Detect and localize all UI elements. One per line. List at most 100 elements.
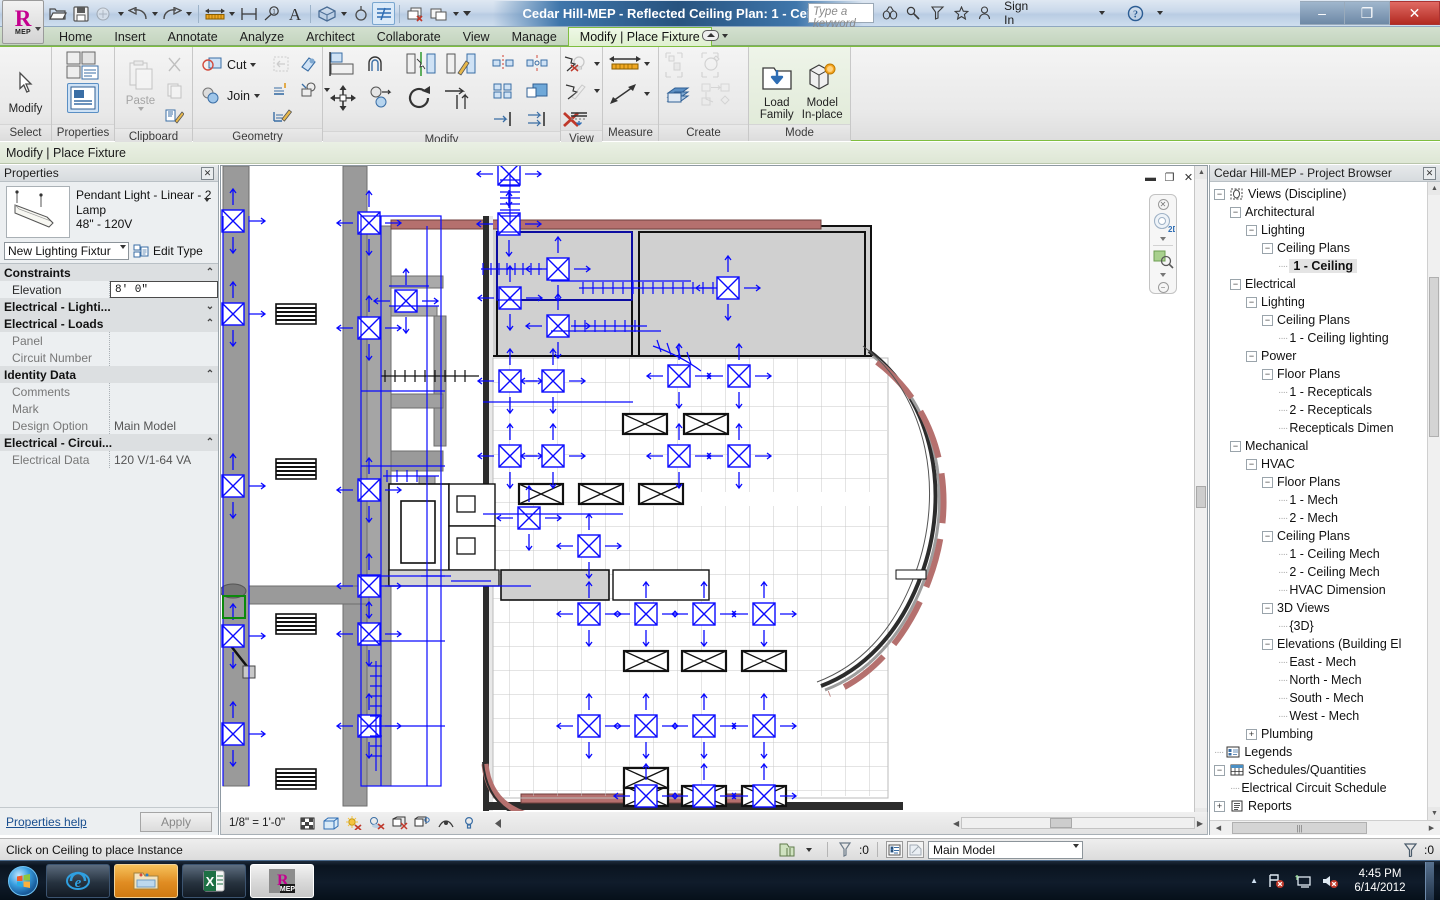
property-value[interactable] [110, 332, 218, 349]
favorites-star-icon[interactable] [953, 4, 970, 22]
align-right-button[interactable] [525, 107, 549, 131]
window-controls[interactable]: – ❐ ✕ [1300, 0, 1440, 26]
navbar-collapse-icon[interactable]: − [1157, 282, 1169, 294]
ribbon-tabs[interactable]: Home Insert Annotate Analyze Architect Collab… [48, 27, 712, 46]
system-tray[interactable]: ▲ 4:45 PM 6/14/2012 [1250, 861, 1440, 900]
browser-hscroll-thumb[interactable]: ||| [1232, 822, 1367, 834]
search-input[interactable]: Type a keyword or phrase [808, 3, 874, 42]
type-selector-dropdown-icon[interactable] [204, 198, 210, 217]
project-browser-close-icon[interactable]: ✕ [1423, 166, 1436, 180]
property-row[interactable]: Comments [0, 383, 218, 400]
properties-close-icon[interactable]: ✕ [201, 166, 214, 180]
taskbar-revit-mep[interactable]: R MEP [250, 863, 314, 898]
properties-help-link[interactable]: Properties help [6, 815, 87, 829]
browser-node[interactable]: ···· Electrical Circuit Schedule [1210, 779, 1440, 797]
offset-button[interactable] [367, 51, 397, 77]
scale-button[interactable] [525, 79, 549, 103]
browser-hscroll-left-icon[interactable]: ◀ [1212, 822, 1225, 834]
sun-path-off-icon[interactable] [345, 815, 362, 832]
communication-center-icon[interactable] [929, 4, 946, 22]
view-restore-icon[interactable]: ❐ [1163, 171, 1176, 184]
measure-dropdown-icon[interactable] [226, 2, 237, 25]
browser-node[interactable]: − Views (Discipline) [1210, 185, 1440, 203]
canvas-hscroll-left-icon[interactable]: ◀ [953, 819, 959, 828]
paste-dropdown-icon[interactable] [137, 107, 144, 111]
edit-family-button[interactable] [701, 52, 733, 78]
quick-access-toolbar[interactable]: 1 A [46, 1, 472, 26]
property-row[interactable]: Electrical Data 120 V/1-64 VA [0, 451, 218, 468]
edit-type-button[interactable]: Edit Type [133, 244, 203, 258]
browser-node[interactable]: − Floor Plans [1210, 473, 1440, 491]
browser-node[interactable]: ···· 1 - Mech [1210, 491, 1440, 509]
browser-node[interactable]: − Architectural [1210, 203, 1440, 221]
restore-button[interactable]: ❐ [1345, 1, 1390, 25]
load-family-button[interactable]: Load Family [755, 53, 799, 121]
view-close-icon[interactable]: ✕ [1182, 171, 1195, 184]
browser-node[interactable]: − Elevations (Building El [1210, 635, 1440, 653]
measure-along-button[interactable] [609, 84, 641, 104]
apply-button[interactable]: Apply [140, 811, 212, 832]
volume-muted-icon[interactable] [1321, 872, 1339, 890]
project-browser-tree[interactable]: − Views (Discipline) − Architectural − Lighti… [1210, 182, 1440, 820]
browser-scroll-down-icon[interactable]: ▼ [1428, 807, 1440, 820]
taskbar-windows-explorer[interactable] [114, 863, 178, 898]
create-similar-button[interactable] [665, 52, 695, 78]
collapse-icon[interactable]: − [1246, 350, 1257, 362]
browser-node[interactable]: − Floor Plans [1210, 365, 1440, 383]
measure-between-button[interactable] [609, 54, 641, 74]
browser-node[interactable]: − Schedules/Quantities [1210, 761, 1440, 779]
browser-node[interactable]: ···· South - Mech [1210, 689, 1440, 707]
browser-node[interactable]: ···· West - Mech [1210, 707, 1440, 725]
join-geometry-dropdown-icon[interactable] [253, 94, 260, 98]
join-geometry-button[interactable]: Join [199, 83, 262, 109]
view-scale-label[interactable]: 1/8" = 1'-0" [229, 817, 285, 829]
thin-lines-icon[interactable] [372, 2, 395, 25]
expand-icon[interactable]: + [1246, 728, 1257, 740]
collapse-icon[interactable]: − [1230, 206, 1241, 218]
undo-icon[interactable] [126, 2, 149, 25]
aligned-dimension-icon[interactable] [237, 2, 260, 25]
property-value[interactable]: 120 V/1-64 VA [110, 451, 218, 468]
model-in-place-button[interactable]: Model In-place [801, 53, 845, 121]
switch-windows-dropdown-icon[interactable] [450, 2, 461, 25]
property-row[interactable]: Design Option Main Model [0, 417, 218, 434]
qat-customize-icon[interactable] [461, 2, 472, 25]
ribbon-minimize-icon[interactable] [702, 30, 719, 41]
create-part-button[interactable] [701, 83, 733, 107]
cut-geometry-dropdown-icon[interactable] [250, 63, 257, 67]
browser-node[interactable]: + Plumbing [1210, 725, 1440, 743]
browser-node[interactable]: ···· Legends [1210, 743, 1440, 761]
collapse-icon[interactable]: − [1230, 440, 1241, 452]
browser-node[interactable]: ···· Recepticals Dimen [1210, 419, 1440, 437]
browser-node[interactable]: ···· 1 - Ceiling [1210, 257, 1440, 275]
split-face-button[interactable] [270, 78, 294, 102]
group-button[interactable] [665, 83, 695, 107]
taskbar-clock[interactable]: 4:45 PM 6/14/2012 [1348, 867, 1412, 895]
ribbon-minimize-control[interactable] [702, 30, 728, 41]
collapse-icon[interactable]: − [1262, 314, 1273, 326]
split-with-gap-button[interactable] [525, 51, 549, 75]
collapse-icon[interactable]: − [1262, 476, 1273, 488]
ribbon-minimize-dropdown-icon[interactable] [722, 33, 728, 38]
trim-extend-button[interactable] [443, 85, 473, 111]
sign-in-label[interactable]: Sign In [1004, 0, 1039, 27]
geometry-split-button[interactable] [297, 78, 321, 102]
property-group-header[interactable]: Electrical - Lighti... ⌄ [0, 298, 218, 315]
sync-with-central-icon[interactable] [92, 2, 115, 25]
collapse-icon[interactable]: − [1214, 188, 1225, 200]
view-control-bar[interactable]: 1/8" = 1'-0" ◀ ▶ [220, 812, 1208, 835]
view-minimize-icon[interactable]: ▬ [1144, 171, 1157, 184]
align-button[interactable] [329, 51, 359, 77]
undo-dropdown-icon[interactable] [149, 2, 160, 25]
default-3d-view-icon[interactable] [315, 2, 338, 25]
light-source-dropdown-icon[interactable] [594, 62, 600, 66]
split-element-button[interactable] [491, 51, 515, 75]
canvas-scroll-up-icon[interactable]: ▲ [1195, 166, 1207, 179]
sync-dropdown-icon[interactable] [115, 2, 126, 25]
render-dialog-icon[interactable] [391, 815, 408, 832]
exclude-options-icon[interactable] [836, 841, 855, 859]
expand-icon[interactable]: + [1214, 800, 1225, 812]
browser-node[interactable]: ···· East - Mech [1210, 653, 1440, 671]
align-left-button[interactable] [491, 107, 515, 131]
canvas-horizontal-scrollbar[interactable]: ◀ ▶ [953, 816, 1203, 830]
